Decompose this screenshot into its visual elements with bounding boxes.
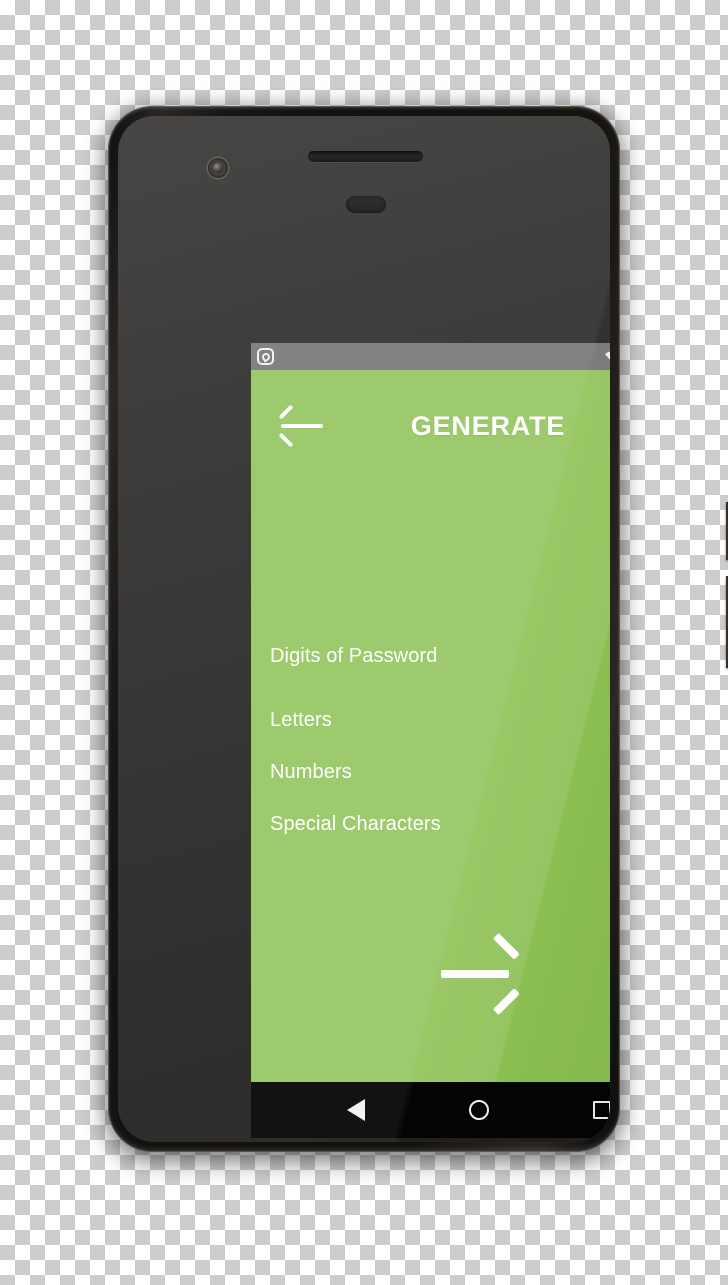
app-toolbar: GENERATE (251, 370, 610, 482)
app-spiral-icon (257, 348, 274, 365)
forward-arrow-icon[interactable] (441, 932, 520, 1016)
letters-label: Letters (270, 708, 332, 731)
digits-of-password-label: Digits of Password (270, 644, 438, 667)
generate-settings-form: Digits of Password 4 Letters (251, 630, 610, 850)
recents-square-icon (592, 1101, 610, 1119)
nav-recents-button[interactable] (575, 1093, 610, 1127)
back-triangle-icon (347, 1099, 366, 1121)
screenshot-canvas: 16:58 GENERATE (0, 0, 728, 1285)
phone-front-face: 16:58 GENERATE (118, 116, 610, 1142)
special-characters-option-row[interactable]: Special Characters (270, 798, 610, 850)
nav-home-button[interactable] (452, 1093, 506, 1127)
app-content-area: GENERATE Digits of Password 4 Lett (251, 370, 610, 1082)
back-arrow-icon[interactable] (278, 404, 325, 448)
status-bar-system-icons: 16:58 (604, 349, 610, 365)
numbers-option-row[interactable]: Numbers (270, 746, 610, 798)
proximity-sensor (346, 196, 386, 213)
special-characters-label: Special Characters (270, 812, 441, 835)
status-bar-notifications (257, 348, 274, 365)
nav-back-button[interactable] (329, 1093, 383, 1127)
home-circle-icon (468, 1100, 489, 1120)
phone-screen: 16:58 GENERATE (251, 343, 610, 1138)
front-camera-icon (208, 158, 228, 178)
phone-device: 16:58 GENERATE (108, 106, 728, 1152)
page-title: GENERATE (410, 410, 566, 441)
digits-of-password-row[interactable]: Digits of Password 4 (270, 630, 610, 682)
wifi-icon (605, 351, 610, 360)
android-navigation-bar (251, 1082, 610, 1138)
android-status-bar: 16:58 (251, 343, 610, 370)
letters-option-row[interactable]: Letters (270, 694, 610, 746)
earpiece-speaker (308, 151, 423, 162)
numbers-label: Numbers (270, 760, 352, 783)
